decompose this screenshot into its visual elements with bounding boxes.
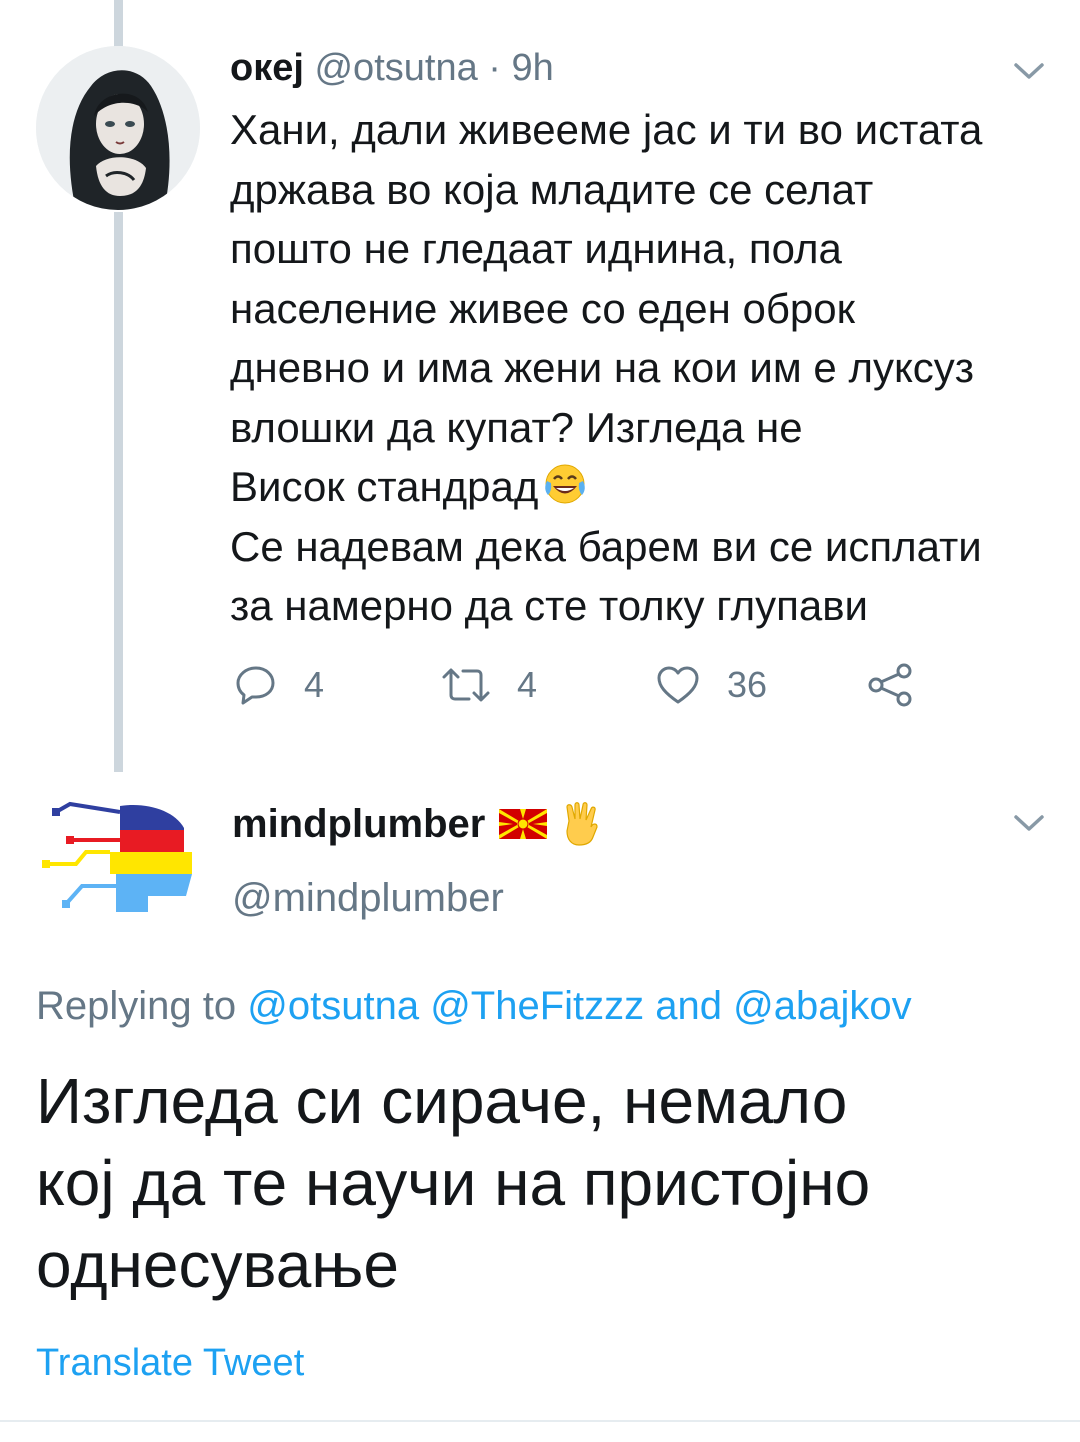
user-handle[interactable]: @otsutna xyxy=(314,47,477,89)
tweet-text: Изгледа си сираче, немало кој да те науч… xyxy=(36,1060,1036,1306)
retweet-icon xyxy=(442,668,490,702)
tweet-line: однесување xyxy=(36,1229,399,1301)
chevron-down-icon[interactable] xyxy=(1012,60,1046,82)
chevron-down-icon[interactable] xyxy=(1012,812,1046,834)
retweet-count: 4 xyxy=(517,664,538,705)
reply-count: 4 xyxy=(304,664,325,705)
retweet-button[interactable]: 4 xyxy=(441,660,537,710)
tweet-header: океј @otsutna · 9h xyxy=(230,44,554,92)
thread-line-top xyxy=(114,0,123,48)
reply-icon xyxy=(236,666,275,705)
tweet-line: Изгледа си сираче, немало xyxy=(36,1065,848,1137)
mention-link[interactable]: @TheFitzzz xyxy=(430,984,644,1028)
face-with-tears-of-joy-icon xyxy=(545,464,586,504)
share-button[interactable] xyxy=(866,660,914,710)
reply-button[interactable]: 4 xyxy=(234,660,324,710)
tweet-line: пошто не гледаат иднина, пола xyxy=(230,225,842,272)
thread-line xyxy=(114,212,123,772)
tweet-line: држава во која младите се селат xyxy=(230,165,874,213)
north-macedonia-flag-icon xyxy=(499,809,548,839)
avatar[interactable] xyxy=(36,46,200,210)
heart-icon xyxy=(657,666,699,704)
tweet-line: кој да те научи на пристојно xyxy=(36,1147,871,1219)
woman-illustration-avatar xyxy=(36,46,200,210)
divider xyxy=(0,1420,1080,1422)
tweet-line: население живее со еден оброк xyxy=(230,284,856,332)
tweet-line: дневно и има жени на кои им е луксуз xyxy=(230,344,975,391)
circuit-head-logo xyxy=(42,801,192,912)
like-count: 36 xyxy=(727,664,768,705)
like-button[interactable]: 36 xyxy=(655,660,767,710)
display-name-row: mindplumber xyxy=(232,798,601,850)
vulcan-salute-icon xyxy=(566,802,598,846)
tweet-line: влошки да купат? Изгледа не xyxy=(230,403,803,451)
mention-link[interactable]: @otsutna xyxy=(247,984,419,1028)
tweet-text: Хани, дали живееме јас и ти во истата др… xyxy=(230,100,1060,636)
tweet-line: за намерно да сте толку глупави xyxy=(230,582,868,629)
and-others-link[interactable]: and xyxy=(655,984,722,1028)
replying-to: Replying to @otsutna @TheFitzzz and @aba… xyxy=(36,980,912,1032)
display-name[interactable]: океј xyxy=(230,47,304,89)
separator-dot: · xyxy=(488,47,501,89)
tweet-line: Хани, дали живееме јас и ти во истата xyxy=(230,106,983,153)
replying-prefix: Replying to xyxy=(36,984,237,1028)
share-icon xyxy=(868,663,912,707)
tweet-line: Се надевам дека барем ви се исплати xyxy=(230,522,982,570)
display-name[interactable]: mindplumber xyxy=(232,798,485,850)
avatar[interactable] xyxy=(36,800,200,930)
tweet-line: Висок стандрад xyxy=(230,463,539,510)
timestamp[interactable]: 9h xyxy=(512,47,554,89)
translate-tweet-link[interactable]: Translate Tweet xyxy=(36,1338,304,1388)
mention-link[interactable]: @abajkov xyxy=(733,984,911,1028)
tweet-line-with-emoji: Висок стандрад xyxy=(230,457,1060,517)
user-handle[interactable]: @mindplumber xyxy=(232,872,504,924)
